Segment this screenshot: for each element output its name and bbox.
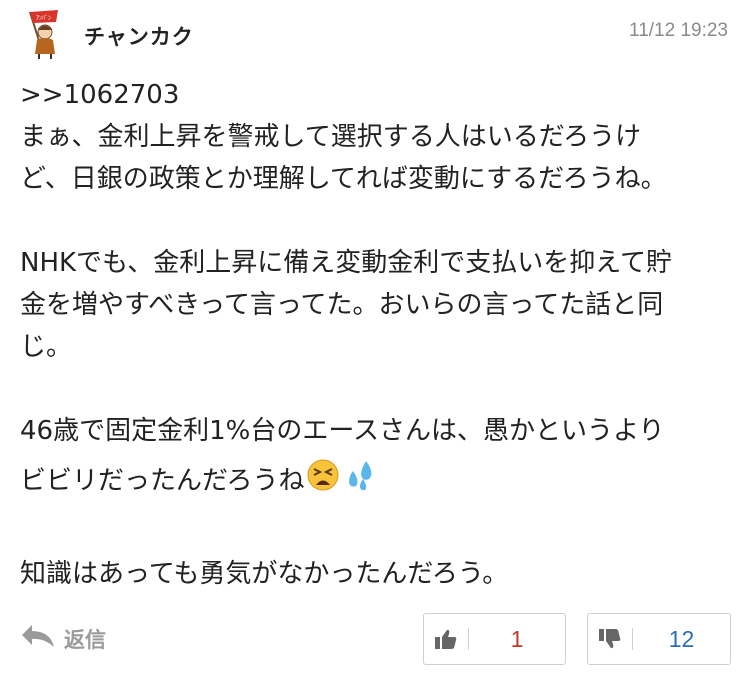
- comment-blank-line: [20, 200, 735, 242]
- comment-blank-line: [20, 505, 735, 547]
- reply-button[interactable]: 返信: [20, 623, 106, 654]
- comment-line-text: ビビリだったんだろうね: [20, 466, 305, 496]
- comment-line: 46歳で固定金利1%台のエースさんは、愚かというより: [20, 416, 665, 446]
- comment-line: 知識はあっても勇気がなかったんだろう。: [20, 559, 509, 589]
- like-count: 1: [510, 625, 524, 652]
- like-button[interactable]: 1: [423, 613, 566, 665]
- comment-line: まぁ、金利上昇を警戒して選択する人はいるだろうけ: [20, 122, 642, 152]
- tired-face-emoji: [304, 458, 340, 505]
- comment-line[interactable]: >>1062703: [20, 74, 735, 116]
- svg-text:ｱﾝﾊﾟﾝ: ｱﾝﾊﾟﾝ: [36, 15, 51, 22]
- dislike-button[interactable]: 12: [587, 613, 731, 665]
- reply-arrow-icon: [20, 623, 64, 654]
- thumbs-down-icon: [588, 628, 632, 650]
- reply-label: 返信: [64, 627, 106, 652]
- comment-line: じ。: [20, 332, 73, 362]
- comment-body: >>1062703 まぁ、金利上昇を警戒して選択する人はいるだろうけ ど、日銀の…: [20, 74, 735, 595]
- username[interactable]: チャンカク: [84, 21, 194, 51]
- comment-line-with-emoji: ビビリだったんだろうね: [20, 458, 735, 505]
- avatar[interactable]: ｱﾝﾊﾟﾝ: [20, 8, 66, 60]
- sweat-droplets-emoji: [340, 458, 378, 505]
- comment-line: ど、日銀の政策とか理解してれば変動にするだろうね。: [20, 164, 667, 194]
- comment-blank-line: [20, 368, 735, 410]
- thumbs-up-icon: [424, 628, 468, 650]
- comment-line: NHKでも、金利上昇に備え変動金利で支払いを抑えて貯: [20, 248, 672, 278]
- comment-line: 金を増やすべきって言ってた。おいらの言ってた話と同: [20, 290, 664, 320]
- timestamp: 11/12 19:23: [629, 20, 728, 41]
- dislike-count: 12: [668, 625, 695, 652]
